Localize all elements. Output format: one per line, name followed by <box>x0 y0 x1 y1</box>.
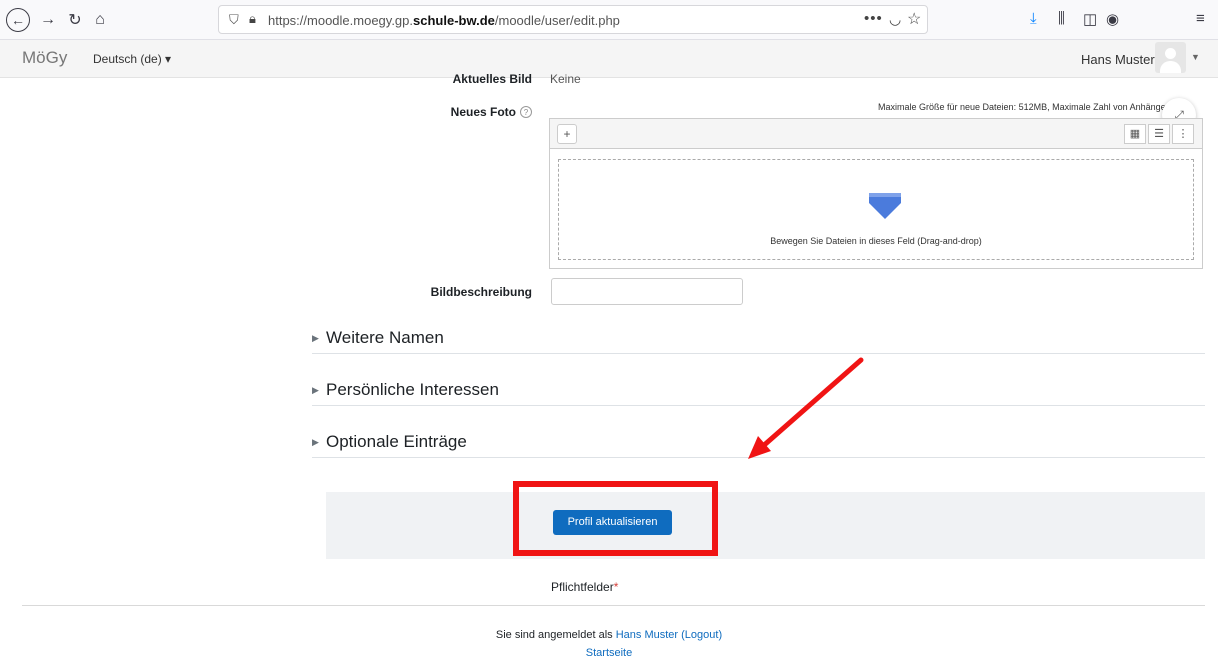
section-title[interactable]: Persönliche Interessen <box>326 380 499 400</box>
avatar[interactable] <box>1155 42 1186 73</box>
language-menu[interactable]: Deutsch (de) ▾ <box>93 52 171 66</box>
home-icon[interactable]: ⌂ <box>88 8 112 32</box>
list-view-icon[interactable]: ☰ <box>1148 124 1170 144</box>
file-limits-text: Maximale Größe für neue Dateien: 512MB, … <box>878 102 1181 112</box>
moodle-navbar: MöGy Deutsch (de) ▾ Hans Muster ▼ <box>0 40 1218 78</box>
expand-triangle-icon: ▶ <box>312 437 319 447</box>
user-profile-link[interactable]: Hans Muster <box>616 629 678 641</box>
forward-arrow-icon[interactable]: → <box>36 8 60 32</box>
section-optionale-eintraege[interactable]: ▶ Optionale Einträge <box>312 430 1205 458</box>
tree-view-icon[interactable]: ⋮ <box>1172 124 1194 144</box>
new-photo-label: Neues Foto? <box>451 105 532 119</box>
bookmark-star-icon[interactable]: ☆ <box>907 9 921 29</box>
required-fields-note: Pflichtfelder* <box>551 580 619 594</box>
file-dropzone[interactable]: Bewegen Sie Dateien in dieses Feld (Drag… <box>549 149 1203 269</box>
section-weitere-namen[interactable]: ▶ Weitere Namen <box>312 326 1205 354</box>
url-text[interactable]: https://moodle.moegy.gp.schule-bw.de/moo… <box>268 13 620 28</box>
image-description-input[interactable] <box>551 278 743 305</box>
section-title[interactable]: Optionale Einträge <box>326 432 467 452</box>
tracking-shield-icon[interactable]: ⛉ <box>229 12 239 28</box>
filepicker-toolbar: + ▦ ☰ ⋮ <box>549 118 1203 149</box>
help-icon[interactable]: ? <box>520 106 532 118</box>
back-arrow-icon[interactable]: ← <box>6 8 30 32</box>
drop-arrow-icon <box>869 193 901 219</box>
page-actions-icon[interactable]: ••• <box>864 10 883 27</box>
pocket-icon[interactable]: ◡ <box>889 11 901 28</box>
site-brand[interactable]: MöGy <box>22 48 67 68</box>
login-info: Sie sind angemeldet als Hans Muster (Log… <box>495 629 723 641</box>
address-bar[interactable]: ⛉ 🔒︎ https://moodle.moegy.gp.schule-bw.d… <box>218 5 928 34</box>
add-file-icon[interactable]: + <box>557 124 577 144</box>
logout-link[interactable]: (Logout) <box>681 629 722 641</box>
library-icon[interactable]: ⫼ <box>1058 10 1065 27</box>
drop-hint: Bewegen Sie Dateien in dieses Feld (Drag… <box>770 236 982 246</box>
section-persoenliche-interessen[interactable]: ▶ Persönliche Interessen <box>312 378 1205 406</box>
browser-toolbar: ← → ↻ ⌂ ⛉ 🔒︎ https://moodle.moegy.gp.sch… <box>0 0 1218 40</box>
download-icon[interactable]: ⤓ <box>1030 10 1037 27</box>
user-menu-name[interactable]: Hans Muster <box>1081 52 1155 67</box>
current-picture-value: Keine <box>550 72 581 86</box>
expand-triangle-icon: ▶ <box>312 333 319 343</box>
lock-icon[interactable]: 🔒︎ <box>249 11 256 27</box>
icon-view-icon[interactable]: ▦ <box>1124 124 1146 144</box>
menu-icon[interactable]: ≡ <box>1196 10 1205 27</box>
dropzone-border: Bewegen Sie Dateien in dieses Feld (Drag… <box>558 159 1194 260</box>
required-star: * <box>613 580 619 594</box>
image-description-label: Bildbeschreibung <box>430 285 532 299</box>
section-title[interactable]: Weitere Namen <box>326 328 444 348</box>
annotation-highlight-box <box>513 481 718 556</box>
form-actions <box>326 492 1205 559</box>
expand-triangle-icon: ▶ <box>312 385 319 395</box>
current-picture-label: Aktuelles Bild <box>452 72 532 86</box>
footer-divider <box>22 605 1205 606</box>
home-link[interactable]: Startseite <box>0 647 1218 659</box>
sidebar-icon[interactable]: ◫ <box>1083 10 1097 28</box>
chevron-down-icon[interactable]: ▼ <box>1191 52 1200 62</box>
account-icon[interactable]: ◉ <box>1106 10 1119 28</box>
reload-icon[interactable]: ↻ <box>63 8 87 32</box>
